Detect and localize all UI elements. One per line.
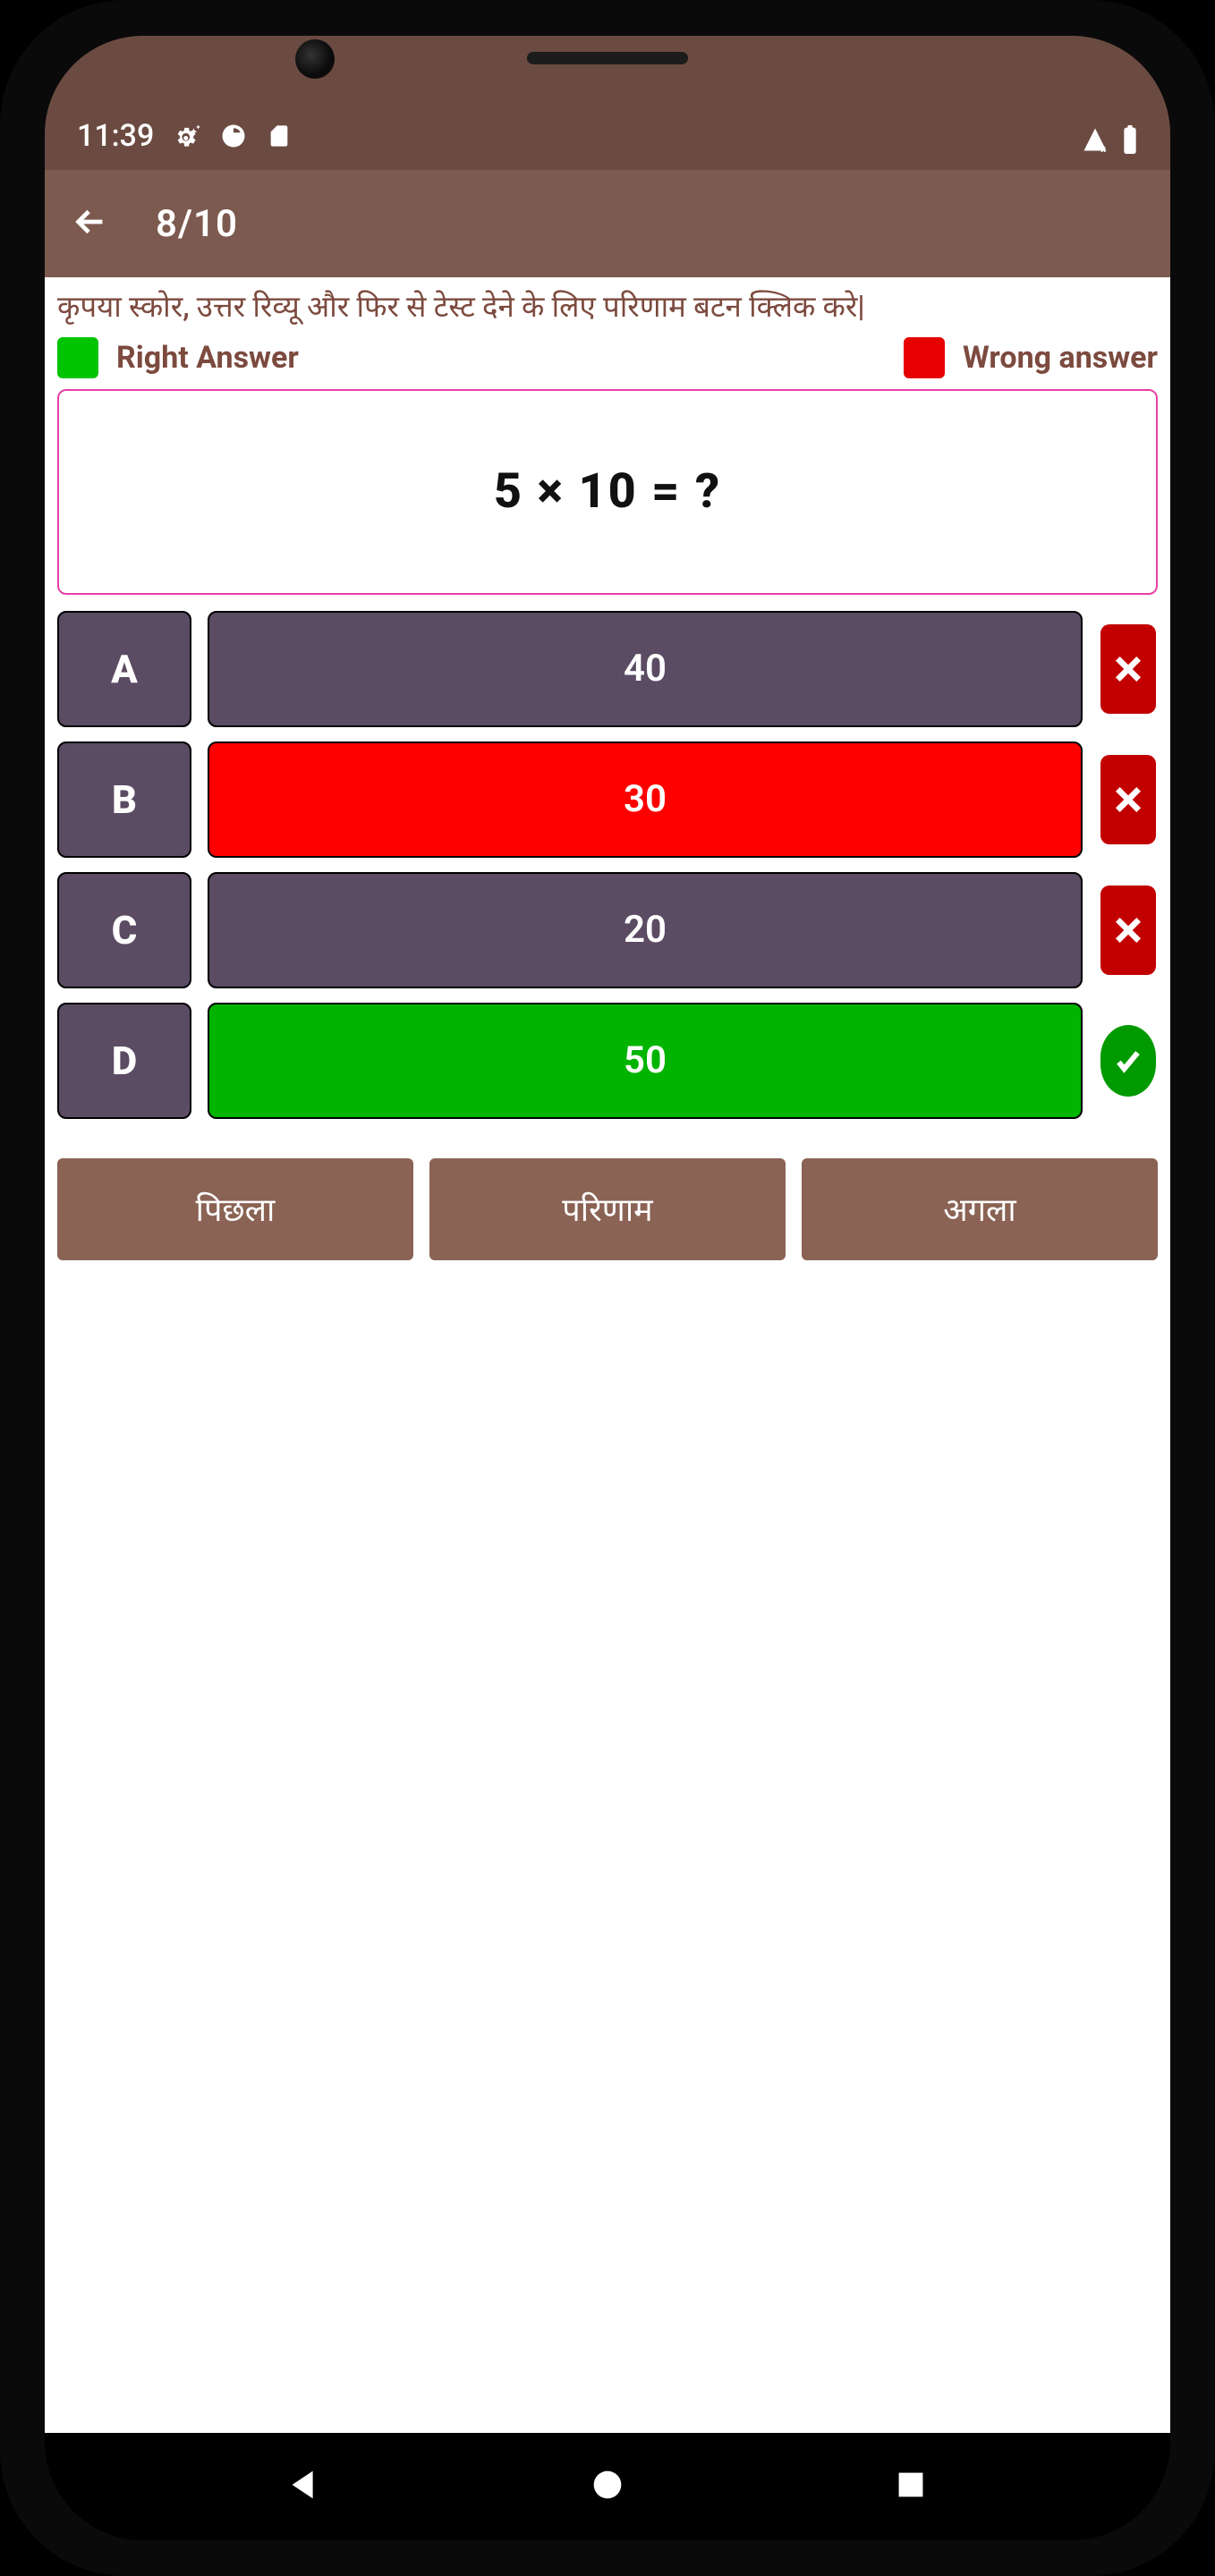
sd-card-icon	[267, 123, 292, 149]
back-button[interactable]	[70, 201, 111, 246]
option-row-a: A40	[57, 611, 1158, 727]
wrong-answer-label: Wrong answer	[963, 340, 1158, 376]
option-row-d: D50	[57, 1003, 1158, 1119]
signal-icon: x	[1081, 126, 1109, 153]
status-bar-left: 11:39	[77, 118, 292, 154]
legend-wrong: Wrong answer	[904, 337, 1158, 378]
circle-home-icon	[587, 2464, 628, 2505]
x-icon	[1100, 886, 1156, 975]
phone-body: 11:39 x	[0, 0, 1215, 2576]
screen: 11:39 x	[45, 36, 1170, 2540]
android-home-button[interactable]	[587, 2464, 628, 2509]
instruction-text: कृपया स्कोर, उत्तर रिव्यू और फिर से टेस्…	[45, 277, 1170, 334]
data-saver-icon	[220, 123, 247, 149]
app-bar: 8/10	[45, 170, 1170, 277]
right-answer-swatch	[57, 337, 98, 378]
blank-area	[45, 1260, 1170, 2433]
option-value-button[interactable]: 50	[208, 1003, 1083, 1119]
mark-wrong	[1099, 872, 1158, 988]
svg-text:x: x	[1100, 143, 1106, 153]
option-key: D	[57, 1003, 191, 1119]
triangle-back-icon	[284, 2464, 325, 2505]
right-answer-label: Right Answer	[116, 340, 299, 376]
x-icon	[1100, 755, 1156, 844]
x-icon	[1100, 624, 1156, 714]
option-key: A	[57, 611, 191, 727]
settings-suggest-icon	[174, 123, 200, 149]
phone-frame: 11:39 x	[0, 0, 1215, 2576]
options-list: A40B30C20D50	[45, 611, 1170, 1119]
option-value-button[interactable]: 40	[208, 611, 1083, 727]
phone-camera	[295, 39, 335, 79]
check-icon	[1100, 1025, 1156, 1097]
android-nav-bar	[45, 2433, 1170, 2540]
arrow-left-icon	[70, 201, 111, 242]
legend-row: Right Answer Wrong answer	[45, 334, 1170, 387]
android-back-button[interactable]	[284, 2464, 325, 2509]
content-area: कृपया स्कोर, उत्तर रिव्यू और फिर से टेस्…	[45, 277, 1170, 2433]
mark-wrong	[1099, 611, 1158, 727]
option-row-c: C20	[57, 872, 1158, 988]
status-bar-right: x	[1081, 125, 1138, 154]
option-value-button[interactable]: 20	[208, 872, 1083, 988]
mark-correct	[1099, 1003, 1158, 1119]
android-recent-button[interactable]	[890, 2464, 931, 2509]
prev-button[interactable]: पिछला	[57, 1158, 413, 1260]
option-key: C	[57, 872, 191, 988]
option-value-button[interactable]: 30	[208, 741, 1083, 858]
phone-speaker	[527, 52, 688, 64]
clock-text: 11:39	[77, 118, 154, 154]
wrong-answer-swatch	[904, 337, 945, 378]
next-button[interactable]: अगला	[802, 1158, 1158, 1260]
question-text: 5 × 10 = ?	[494, 463, 721, 520]
legend-right: Right Answer	[57, 337, 299, 378]
question-counter: 8/10	[156, 202, 238, 246]
question-card: 5 × 10 = ?	[57, 389, 1158, 595]
option-row-b: B30	[57, 741, 1158, 858]
nav-button-row: पिछला परिणाम अगला	[45, 1119, 1170, 1260]
mark-wrong	[1099, 741, 1158, 858]
battery-icon	[1122, 125, 1138, 154]
option-key: B	[57, 741, 191, 858]
result-button[interactable]: परिणाम	[429, 1158, 786, 1260]
square-recent-icon	[890, 2464, 931, 2505]
stage: 11:39 x	[0, 0, 1215, 2576]
